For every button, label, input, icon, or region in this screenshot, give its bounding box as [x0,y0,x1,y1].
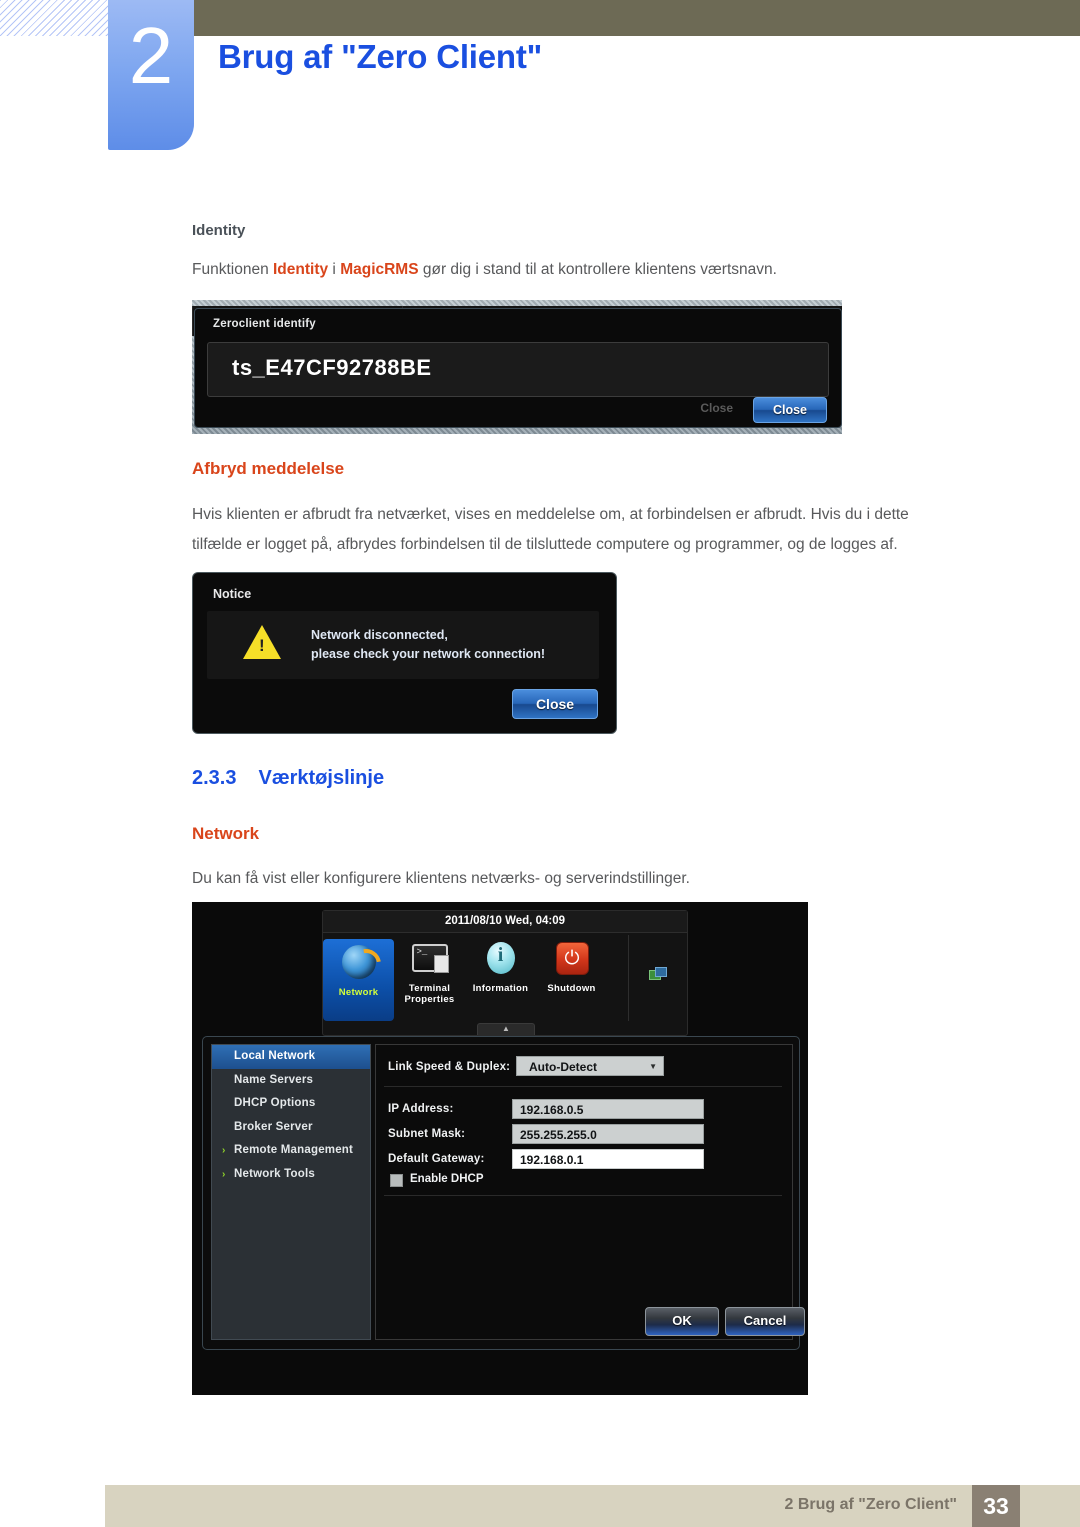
section-title: Værktøjslinje [258,767,385,789]
nav-item-label: Network Tools [234,1167,315,1180]
ip-address-input[interactable]: 192.168.0.5 [512,1099,704,1119]
identity-paragraph: Funktionen Identity i MagicRMS gør dig i… [192,255,777,285]
ghost-close-label: Close [700,401,733,415]
screenshot-network-configuration: 2011/08/10 Wed, 04:09 Network Terminal P… [192,902,808,1395]
page-header: 2 Brug af "Zero Client" [0,0,1080,160]
identity-text-3: gør dig i stand til at kontrollere klien… [418,261,777,278]
footer-text: 2 Brug af "Zero Client" [784,1496,957,1513]
nav-item-dhcp-options[interactable]: DHCP Options [212,1092,370,1116]
link-speed-value: Auto-Detect [529,1060,597,1074]
chevron-right-icon: › [222,1145,226,1156]
close-button[interactable]: Close [753,397,827,423]
afbryd-paragraph-line-2: tilfælde er logget på, afbrydes forbinde… [192,536,898,553]
globe-icon [339,945,379,985]
chevron-down-icon: ▼ [649,1062,657,1071]
warning-exclamation-glyph: ! [259,636,265,655]
notice-message-line-2: please check your network connection! [311,647,546,661]
close-button[interactable]: Close [512,689,598,719]
chevron-right-icon: › [222,1168,226,1180]
nav-item-label: Local Network [234,1050,316,1062]
toolbar-item-label: Shutdown [547,983,596,994]
nav-item-name-servers[interactable]: Name Servers [212,1069,370,1093]
network-settings-form: Link Speed & Duplex: Auto-Detect ▼ IP Ad… [375,1044,793,1340]
notice-message: Network disconnected, please check your … [311,626,545,664]
network-paragraph: Du kan få vist eller konfigurere kliente… [192,870,690,887]
toolbar-collapse-handle[interactable]: ▲ [477,1023,535,1035]
subnet-mask-input[interactable]: 255.255.255.0 [512,1124,704,1144]
form-divider-top [384,1086,782,1087]
default-gateway-label: Default Gateway: [388,1153,485,1165]
screenshot-zeroclient-identity: Zeroclient identify ts_E47CF92788BE Clos… [192,300,842,434]
nav-item-label: Remote Management [234,1144,354,1156]
nav-item-label: Name Servers [234,1073,314,1086]
toolbar-item-terminal-properties[interactable]: Terminal Properties [394,939,465,1005]
nav-item-network-tools[interactable]: › Network Tools [212,1163,370,1187]
zero-client-toolbar: 2011/08/10 Wed, 04:09 Network Terminal P… [322,910,688,1036]
toolbar-clock: 2011/08/10 Wed, 04:09 [323,911,687,933]
network-settings-nav: Local Network Name Servers DHCP Options … [211,1044,371,1340]
toolbar-item-label: Network [338,987,379,998]
nav-item-remote-management[interactable]: › Remote Management [212,1139,370,1163]
info-icon [481,941,521,981]
identity-text-1: Funktionen [192,261,273,278]
hostname-display-field: ts_E47CF92788BE [207,342,829,397]
afbryd-paragraph-line-1: Hvis klienten er afbrudt fra netværket, … [192,506,909,523]
page-number-badge: 33 [972,1485,1020,1527]
power-icon [552,941,592,981]
terminal-icon [410,941,450,981]
header-olive-bar [193,0,1080,36]
network-settings-panel: Local Network Name Servers DHCP Options … [202,1036,805,1350]
cancel-button[interactable]: Cancel [725,1307,805,1336]
identity-highlight-1: Identity [273,261,329,278]
form-divider-bottom [384,1195,782,1196]
network-tray-icon[interactable] [649,967,667,980]
afbryd-heading: Afbryd meddelelse [192,459,345,478]
nav-item-label: DHCP Options [234,1097,316,1109]
toolbar-divider [628,935,629,1021]
network-subheading: Network [192,824,260,843]
chapter-tab: 2 [108,0,194,150]
enable-dhcp-checkbox[interactable] [390,1174,403,1187]
dialog-title: Notice [213,587,252,601]
decorative-hatch-pattern [0,0,108,36]
ok-button[interactable]: OK [645,1307,719,1336]
toolbar-item-information[interactable]: Information [465,939,536,994]
toolbar-item-label-line-1: Terminal [408,983,451,994]
toolbar-icon-row: Network Terminal Properties Information [323,933,687,1023]
identity-heading: Identity [192,222,246,239]
nav-item-local-network[interactable]: Local Network [212,1045,370,1069]
ip-address-label: IP Address: [388,1103,454,1115]
section-heading: 2.3.3 Værktøjslinje [192,767,384,790]
section-number: 2.3.3 [192,767,237,789]
nav-item-broker-server[interactable]: Broker Server [212,1116,370,1140]
toolbar-item-label-line-2: Properties [404,994,455,1005]
page-title: Brug af "Zero Client" [218,38,543,75]
nav-item-label: Broker Server [234,1120,313,1133]
default-gateway-input[interactable]: 192.168.0.1 [512,1149,704,1169]
subnet-mask-label: Subnet Mask: [388,1128,466,1140]
toolbar-item-shutdown[interactable]: Shutdown [536,939,607,994]
zeroclient-identify-dialog: Zeroclient identify ts_E47CF92788BE Clos… [194,308,842,428]
notice-message-line-1: Network disconnected, [311,628,448,642]
identity-text-2: i [328,261,341,278]
identity-highlight-2: MagicRMS [340,261,419,278]
enable-dhcp-label: Enable DHCP [410,1173,484,1185]
link-speed-label: Link Speed & Duplex: [388,1061,511,1073]
hostname-value: ts_E47CF92788BE [232,355,432,380]
toolbar-item-label: Information [472,983,529,994]
notice-message-panel: ! Network disconnected, please check you… [207,611,599,679]
chapter-number: 2 [128,11,174,100]
screenshot-notice-dialog: Notice ! Network disconnected, please ch… [192,572,617,734]
dialog-title: Zeroclient identify [213,318,316,330]
link-speed-select[interactable]: Auto-Detect ▼ [516,1056,664,1076]
toolbar-item-label: Terminal Properties [394,983,465,1005]
toolbar-item-network[interactable]: Network [323,939,394,1021]
